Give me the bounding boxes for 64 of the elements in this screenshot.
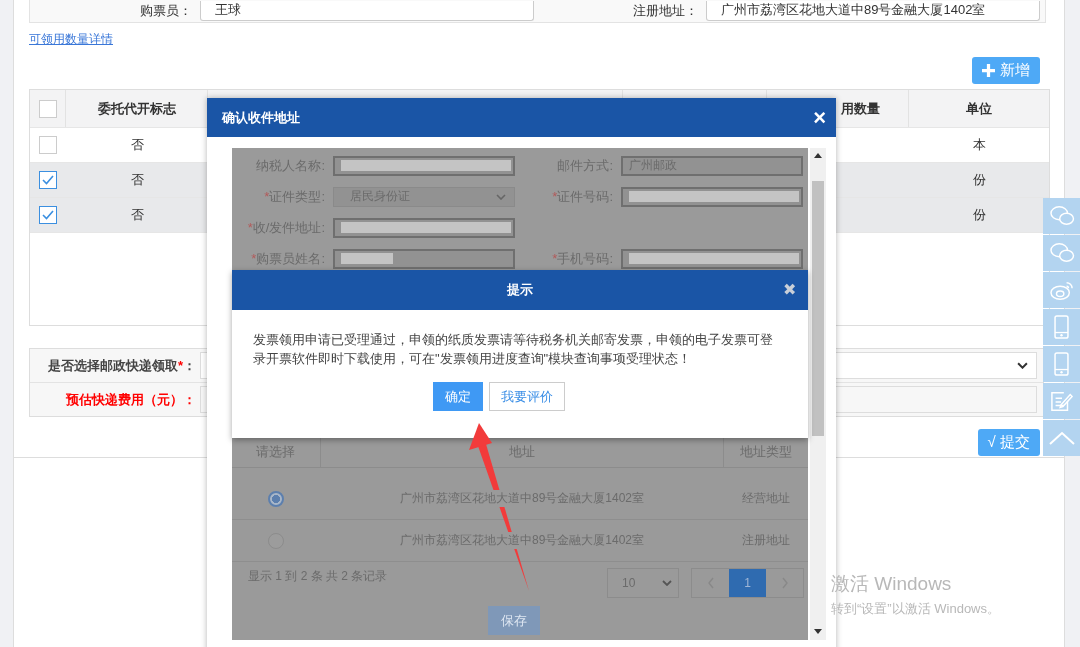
table-cell: 否 [130, 136, 144, 154]
activation-title: 激活 Windows [831, 572, 953, 596]
share-button[interactable] [1043, 198, 1080, 234]
share-button[interactable] [1043, 272, 1080, 308]
column-header: 单位 [966, 99, 992, 118]
phone-icon [1054, 352, 1069, 376]
input-field[interactable] [333, 248, 515, 269]
confirm-button[interactable]: 确定 [433, 382, 483, 411]
rate-button[interactable]: 我要评价 [489, 382, 565, 411]
close-button[interactable]: × [813, 106, 826, 129]
table-cell: 否 [130, 171, 144, 189]
field-label: 预估快递费用（元） [66, 390, 183, 409]
edit-note-icon [1049, 390, 1074, 412]
table-cell: 本 [972, 136, 986, 154]
label-colon: ： [183, 356, 196, 375]
checkbox[interactable] [39, 136, 57, 154]
chat-bubbles-icon [1048, 205, 1075, 227]
share-button[interactable] [1043, 346, 1080, 382]
field-label: 购票员： [139, 2, 193, 20]
chevron-up-icon [1048, 431, 1075, 445]
save-button[interactable]: 保存 [488, 606, 540, 635]
activation-hint: 转到“设置”以激活 Windows。 [831, 600, 1000, 618]
table-cell: 否 [130, 206, 144, 224]
checkbox[interactable] [38, 99, 57, 118]
table-cell: 份 [972, 206, 986, 224]
radio-button[interactable] [268, 490, 284, 507]
field-label: 注册地址： [632, 2, 699, 20]
dialog-title: 提示 [507, 281, 533, 299]
details-link[interactable]: 可领用数量详情 [29, 32, 113, 46]
share-button[interactable] [1043, 383, 1080, 419]
scroll-up-icon[interactable] [814, 153, 822, 158]
table-cell: 份 [972, 171, 986, 189]
alert-message: 发票领用申请已受理通过，申领的纸质发票请等待税务机关邮寄发票，申领的电子发票可登录开票软件即时下载使用，可在"发票领用进度查询"模块查询事项受理状态！ [253, 331, 774, 368]
phone-icon [1054, 315, 1069, 339]
checkbox[interactable] [39, 171, 57, 189]
column-header: 委托代开标志 [97, 99, 176, 118]
share-button[interactable] [1043, 235, 1080, 271]
page-button[interactable]: 1 [729, 569, 766, 597]
text-field[interactable]: 广州市荔湾区花地大道中89号金融大厦1402室 [706, 1, 1040, 21]
chat-bubbles-icon [1048, 242, 1075, 264]
dialog-title: 确认收件地址 [222, 108, 300, 127]
chevron-down-icon [662, 580, 672, 586]
submit-button[interactable]: √ 提交 [977, 429, 1040, 456]
share-button[interactable] [1043, 309, 1080, 345]
scrollbar[interactable] [810, 148, 826, 640]
checkbox[interactable] [39, 206, 57, 224]
input-field[interactable] [621, 186, 803, 207]
field-label: 是否选择邮政快递领取 [47, 356, 178, 375]
scroll-down-icon[interactable] [814, 629, 822, 634]
column-header: 用数量 [841, 99, 880, 118]
text-field[interactable]: 王球 [200, 1, 534, 21]
input-field[interactable] [333, 217, 515, 238]
required-mark: * [177, 358, 183, 373]
label-colon: ： [183, 390, 196, 409]
add-button[interactable]: 新增 [972, 57, 1040, 84]
redaction-bar [341, 253, 393, 264]
chevron-down-icon [1017, 362, 1028, 369]
plus-icon [982, 64, 995, 77]
chevron-down-icon [496, 193, 506, 200]
weibo-icon [1048, 279, 1075, 301]
scroll-top-button[interactable] [1043, 420, 1080, 456]
input-field[interactable] [621, 248, 803, 269]
input-field[interactable] [333, 155, 515, 176]
close-button[interactable]: ✖ [783, 280, 796, 299]
